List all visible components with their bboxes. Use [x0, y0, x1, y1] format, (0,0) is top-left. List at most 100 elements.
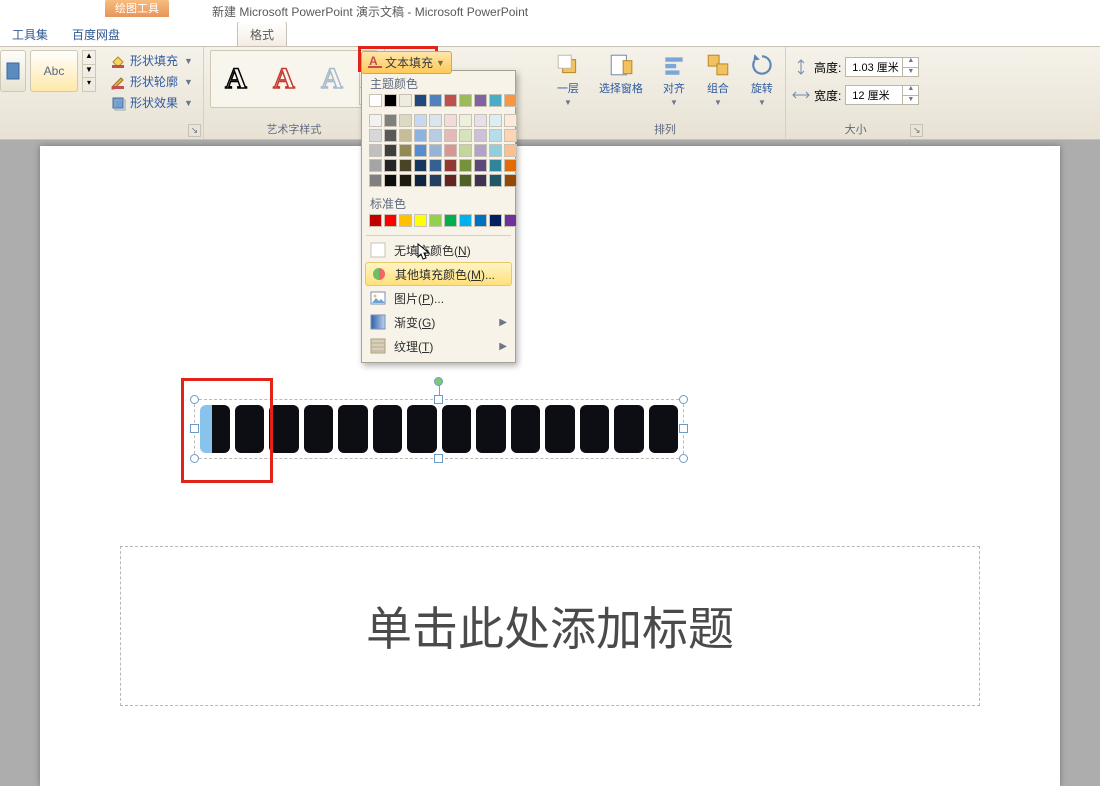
shape-outline-button[interactable]: 形状轮廓▼: [106, 71, 197, 92]
spin-up-icon[interactable]: ▲: [903, 85, 918, 96]
color-swatch[interactable]: [429, 144, 442, 157]
color-swatch[interactable]: [429, 94, 442, 107]
color-swatch[interactable]: [384, 144, 397, 157]
color-swatch[interactable]: [474, 159, 487, 172]
gallery-scroll-up-icon[interactable]: ▲: [83, 51, 95, 64]
color-swatch[interactable]: [429, 214, 442, 227]
shape-style-preset-1[interactable]: [0, 50, 26, 92]
color-swatch[interactable]: [459, 214, 472, 227]
color-swatch[interactable]: [429, 174, 442, 187]
color-swatch[interactable]: [414, 214, 427, 227]
color-swatch[interactable]: [384, 129, 397, 142]
color-swatch[interactable]: [504, 129, 517, 142]
color-swatch[interactable]: [474, 94, 487, 107]
color-swatch[interactable]: [504, 94, 517, 107]
color-swatch[interactable]: [489, 159, 502, 172]
color-swatch[interactable]: [489, 144, 502, 157]
color-swatch[interactable]: [429, 114, 442, 127]
color-swatch[interactable]: [444, 94, 457, 107]
wordart-preset-1[interactable]: A: [215, 58, 257, 100]
resize-handle[interactable]: [190, 424, 199, 433]
tab-baidu-netdisk[interactable]: 百度网盘: [60, 22, 132, 46]
color-swatch[interactable]: [489, 129, 502, 142]
align-button[interactable]: 对齐▼: [657, 50, 691, 109]
wordart-preset-2[interactable]: A: [263, 58, 305, 100]
color-swatch[interactable]: [369, 144, 382, 157]
color-swatch[interactable]: [489, 174, 502, 187]
color-swatch[interactable]: [459, 144, 472, 157]
color-swatch[interactable]: [459, 174, 472, 187]
color-swatch[interactable]: [474, 129, 487, 142]
color-swatch[interactable]: [399, 129, 412, 142]
spin-down-icon[interactable]: ▼: [903, 68, 918, 78]
color-swatch[interactable]: [459, 159, 472, 172]
color-swatch[interactable]: [414, 174, 427, 187]
wordart-preset-3[interactable]: A: [311, 58, 353, 100]
color-swatch[interactable]: [504, 214, 517, 227]
resize-handle[interactable]: [679, 395, 688, 404]
color-swatch[interactable]: [429, 159, 442, 172]
color-swatch[interactable]: [399, 159, 412, 172]
color-swatch[interactable]: [399, 174, 412, 187]
dialog-launcher-size[interactable]: ↘: [910, 124, 923, 137]
color-swatch[interactable]: [369, 174, 382, 187]
color-swatch[interactable]: [414, 114, 427, 127]
resize-handle[interactable]: [434, 454, 443, 463]
color-swatch[interactable]: [384, 94, 397, 107]
shape-fill-button[interactable]: 形状填充▼: [106, 50, 197, 71]
text-fill-button[interactable]: A 文本填充 ▼: [361, 51, 452, 74]
color-swatch[interactable]: [489, 214, 502, 227]
color-swatch[interactable]: [399, 114, 412, 127]
color-swatch[interactable]: [444, 214, 457, 227]
color-swatch[interactable]: [384, 214, 397, 227]
no-fill-color-item[interactable]: 无填充颜色(N): [362, 238, 515, 262]
color-swatch[interactable]: [504, 159, 517, 172]
resize-handle[interactable]: [679, 454, 688, 463]
color-swatch[interactable]: [414, 159, 427, 172]
gallery-scroll-down-icon[interactable]: ▼: [83, 64, 95, 79]
color-swatch[interactable]: [384, 159, 397, 172]
color-swatch[interactable]: [414, 144, 427, 157]
color-swatch[interactable]: [489, 94, 502, 107]
rotate-handle[interactable]: [434, 377, 443, 386]
color-swatch[interactable]: [444, 129, 457, 142]
spin-down-icon[interactable]: ▼: [903, 96, 918, 106]
dialog-launcher-shape-styles[interactable]: ↘: [188, 124, 201, 137]
color-swatch[interactable]: [429, 129, 442, 142]
color-swatch[interactable]: [474, 114, 487, 127]
tab-toolset[interactable]: 工具集: [0, 22, 60, 46]
color-swatch[interactable]: [444, 159, 457, 172]
color-swatch[interactable]: [369, 214, 382, 227]
more-fill-colors-item[interactable]: 其他填充颜色(M)...: [365, 262, 512, 286]
bring-forward-button[interactable]: 一层▼: [551, 50, 585, 109]
slide-canvas[interactable]: 单击此处添加标题: [40, 146, 1060, 786]
color-swatch[interactable]: [459, 129, 472, 142]
color-swatch[interactable]: [369, 159, 382, 172]
color-swatch[interactable]: [444, 114, 457, 127]
color-swatch[interactable]: [504, 114, 517, 127]
width-input[interactable]: 12 厘米 ▲▼: [845, 85, 919, 105]
spin-up-icon[interactable]: ▲: [903, 57, 918, 68]
color-swatch[interactable]: [369, 114, 382, 127]
title-placeholder[interactable]: 单击此处添加标题: [120, 546, 980, 706]
group-button[interactable]: 组合▼: [701, 50, 735, 109]
selection-pane-button[interactable]: 选择窗格: [595, 50, 647, 98]
color-swatch[interactable]: [459, 114, 472, 127]
color-swatch[interactable]: [504, 174, 517, 187]
picture-fill-item[interactable]: 图片(P)...: [362, 286, 515, 310]
color-swatch[interactable]: [474, 144, 487, 157]
color-swatch[interactable]: [504, 144, 517, 157]
color-swatch[interactable]: [414, 94, 427, 107]
color-swatch[interactable]: [474, 174, 487, 187]
rotate-button[interactable]: 旋转▼: [745, 50, 779, 109]
color-swatch[interactable]: [399, 94, 412, 107]
color-swatch[interactable]: [444, 174, 457, 187]
color-swatch[interactable]: [399, 144, 412, 157]
color-swatch[interactable]: [369, 129, 382, 142]
color-swatch[interactable]: [369, 94, 382, 107]
resize-handle[interactable]: [434, 395, 443, 404]
texture-fill-item[interactable]: 纹理(T) ▶: [362, 334, 515, 358]
color-swatch[interactable]: [384, 114, 397, 127]
wordart-gallery[interactable]: A A A ▲ ▼ ▾: [210, 50, 378, 108]
color-swatch[interactable]: [459, 94, 472, 107]
